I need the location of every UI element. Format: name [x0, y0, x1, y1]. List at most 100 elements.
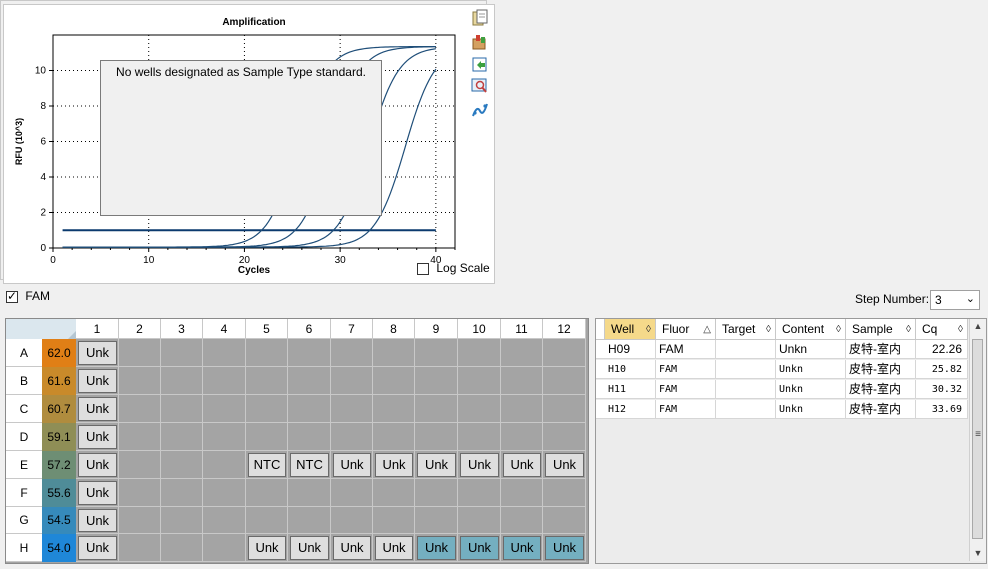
plate-cell[interactable] — [203, 423, 246, 451]
column-header-12[interactable]: 12 — [543, 319, 586, 339]
column-header-8[interactable]: 8 — [373, 319, 415, 339]
cell-target[interactable] — [716, 360, 776, 379]
plate-cell[interactable] — [288, 367, 331, 395]
plate-cell[interactable] — [543, 395, 586, 423]
row-header-F[interactable]: F — [6, 479, 42, 507]
plate-cell[interactable] — [119, 395, 161, 423]
row-header-B[interactable]: B — [6, 367, 42, 395]
plate-cell[interactable] — [415, 479, 458, 507]
plate-cell[interactable] — [543, 367, 586, 395]
plate-cell[interactable] — [203, 367, 246, 395]
scroll-up-icon[interactable]: ▲ — [970, 319, 986, 334]
plate-cell[interactable] — [119, 479, 161, 507]
plate-cell[interactable] — [543, 423, 586, 451]
well-E1[interactable]: Unk — [78, 453, 117, 477]
cell-content[interactable]: Unkn — [776, 400, 846, 419]
log-scale-checkbox[interactable] — [417, 262, 429, 275]
well-E10[interactable]: Unk — [460, 453, 499, 477]
save-image-icon[interactable] — [471, 55, 491, 73]
well-E11[interactable]: Unk — [503, 453, 541, 477]
cell-sample[interactable]: 皮特-室内 — [846, 340, 916, 359]
column-header-10[interactable]: 10 — [458, 319, 501, 339]
plate-cell[interactable] — [203, 451, 246, 479]
cell-target[interactable] — [716, 340, 776, 359]
row-selector[interactable] — [596, 360, 605, 379]
cell-cq[interactable]: 30.32 — [916, 380, 968, 399]
plate-cell[interactable] — [458, 367, 501, 395]
column-header-fluor[interactable]: Fluor △ — [656, 319, 716, 340]
plate-cell[interactable] — [331, 479, 373, 507]
plate-cell[interactable] — [203, 339, 246, 367]
well-H12[interactable]: Unk — [545, 536, 584, 560]
results-scrollbar[interactable]: ▲ ≡ ▼ — [969, 319, 986, 561]
cell-cq[interactable]: 33.69 — [916, 400, 968, 419]
cell-content[interactable]: Unkn — [776, 340, 846, 359]
plate-cell[interactable] — [501, 395, 543, 423]
cell-well[interactable]: H10 — [605, 360, 656, 379]
cell-sample[interactable]: 皮特-室内 — [846, 380, 916, 399]
well-H5[interactable]: Unk — [248, 536, 286, 560]
copy-icon[interactable] — [471, 9, 491, 27]
plate-cell[interactable] — [119, 339, 161, 367]
cell-target[interactable] — [716, 400, 776, 419]
well-F1[interactable]: Unk — [78, 481, 117, 505]
cell-sample[interactable]: 皮特-室内 — [846, 400, 916, 419]
cell-cq[interactable]: 25.82 — [916, 360, 968, 379]
well-G1[interactable]: Unk — [78, 509, 117, 532]
well-E6[interactable]: NTC — [290, 453, 329, 477]
cell-fluor[interactable]: FAM — [656, 340, 716, 359]
plate-cell[interactable] — [331, 339, 373, 367]
row-header-C[interactable]: C — [6, 395, 42, 423]
plate-cell[interactable] — [161, 507, 203, 534]
plate-cell[interactable] — [415, 423, 458, 451]
plate-cell[interactable] — [373, 395, 415, 423]
plate-cell[interactable] — [543, 339, 586, 367]
well-A1[interactable]: Unk — [78, 341, 117, 365]
plate-cell[interactable] — [288, 395, 331, 423]
plate-cell[interactable] — [415, 339, 458, 367]
column-header-9[interactable]: 9 — [415, 319, 458, 339]
well-H9[interactable]: Unk — [417, 536, 456, 560]
plate-cell[interactable] — [288, 423, 331, 451]
plate-cell[interactable] — [203, 507, 246, 534]
cell-fluor[interactable]: FAM — [656, 360, 716, 379]
plate-cell[interactable] — [161, 451, 203, 479]
plate-cell[interactable] — [331, 367, 373, 395]
column-header-11[interactable]: 11 — [501, 319, 543, 339]
row-selector[interactable] — [596, 340, 605, 359]
well-H7[interactable]: Unk — [333, 536, 371, 560]
column-header-target[interactable]: Target ◊ — [716, 319, 776, 340]
well-C1[interactable]: Unk — [78, 397, 117, 421]
column-header-7[interactable]: 7 — [331, 319, 373, 339]
plate-cell[interactable] — [288, 507, 331, 534]
plate-cell[interactable] — [458, 423, 501, 451]
cell-fluor[interactable]: FAM — [656, 400, 716, 419]
plate-cell[interactable] — [458, 507, 501, 534]
plate-cell[interactable] — [246, 479, 288, 507]
column-header-4[interactable]: 4 — [203, 319, 246, 339]
plate-cell[interactable] — [458, 339, 501, 367]
plate-cell[interactable] — [331, 507, 373, 534]
plate-cell[interactable] — [119, 534, 161, 562]
plate-cell[interactable] — [161, 367, 203, 395]
cell-fluor[interactable]: FAM — [656, 380, 716, 399]
column-header-2[interactable]: 2 — [119, 319, 161, 339]
scroll-down-icon[interactable]: ▼ — [970, 546, 986, 561]
plate-cell[interactable] — [119, 367, 161, 395]
plate-cell[interactable] — [246, 339, 288, 367]
plate-cell[interactable] — [246, 395, 288, 423]
plate-cell[interactable] — [161, 423, 203, 451]
well-E12[interactable]: Unk — [545, 453, 584, 477]
plate-cell[interactable] — [501, 339, 543, 367]
plate-cell[interactable] — [161, 479, 203, 507]
row-header-E[interactable]: E — [6, 451, 42, 479]
plate-cell[interactable] — [373, 367, 415, 395]
row-selector[interactable] — [596, 400, 605, 419]
plate-cell[interactable] — [331, 395, 373, 423]
well-H1[interactable]: Unk — [78, 536, 117, 560]
well-H8[interactable]: Unk — [375, 536, 413, 560]
well-E9[interactable]: Unk — [417, 453, 456, 477]
plate-cell[interactable] — [203, 479, 246, 507]
plate-cell[interactable] — [288, 479, 331, 507]
plate-cell[interactable] — [331, 423, 373, 451]
